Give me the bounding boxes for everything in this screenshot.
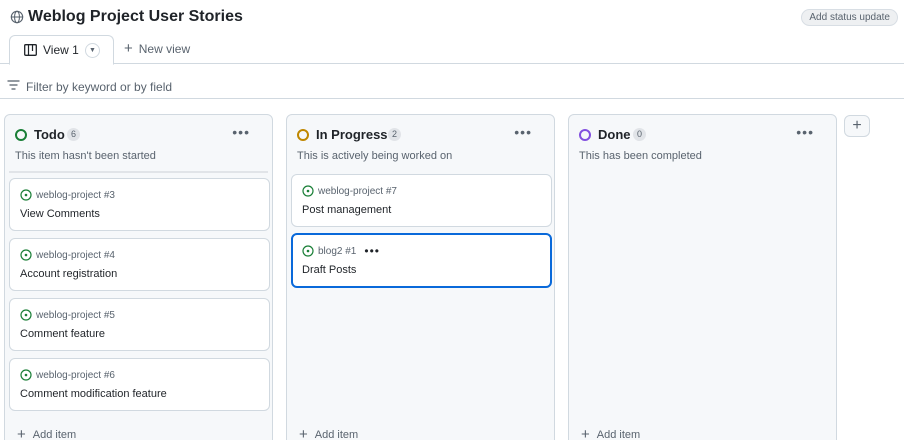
column-description: This has been completed — [579, 150, 702, 162]
card-title[interactable]: Comment modification feature — [20, 388, 167, 400]
chevron-down-icon[interactable]: ▼ — [85, 43, 100, 58]
plus-icon: + — [124, 40, 133, 57]
card-repo[interactable]: weblog-project #6 — [36, 370, 115, 381]
card-repo[interactable]: weblog-project #3 — [36, 190, 115, 201]
kebab-menu-icon[interactable]: ••• — [796, 124, 814, 140]
kebab-menu-icon[interactable]: ••• — [514, 124, 532, 140]
column-count-badge: 0 — [633, 128, 647, 141]
add-item-button[interactable]: + Add item — [299, 426, 359, 440]
card-meta: weblog-project #7 — [302, 185, 397, 197]
kebab-menu-icon[interactable]: ••• — [364, 244, 380, 258]
tab-label: View 1 — [43, 43, 79, 57]
card-title[interactable]: Draft Posts — [302, 264, 356, 276]
card-repo[interactable]: weblog-project #4 — [36, 250, 115, 261]
card-item[interactable]: weblog-project #5 Comment feature — [9, 298, 270, 351]
column-header: Done 0 ••• This has been completed — [569, 115, 836, 171]
card-repo[interactable]: blog2 #1 — [318, 246, 356, 257]
add-item-button[interactable]: + Add item — [17, 426, 77, 440]
plus-icon: + — [852, 117, 862, 134]
card-repo[interactable]: weblog-project #5 — [36, 310, 115, 321]
card-item[interactable]: weblog-project #6 Comment modification f… — [9, 358, 270, 411]
project-title-text: Weblog Project User Stories — [28, 8, 243, 25]
add-item-label: Add item — [596, 429, 641, 440]
open-issue-icon — [302, 245, 314, 257]
plus-icon: + — [17, 426, 26, 440]
kebab-menu-icon[interactable]: ••• — [232, 124, 250, 140]
column-header: In Progress 2 ••• This is actively being… — [287, 115, 554, 171]
card-title[interactable]: View Comments — [20, 208, 100, 220]
open-issue-icon — [20, 249, 32, 261]
column-title: Todo — [34, 127, 65, 142]
plus-icon: + — [299, 426, 308, 440]
column-description: This is actively being worked on — [297, 150, 453, 162]
column-todo: Todo 6 ••• This item hasn't been started… — [4, 114, 273, 440]
view-tab-bar: View 1 ▼ + New view — [0, 35, 904, 65]
add-item-button[interactable]: + Add item — [581, 426, 641, 440]
card-meta: blog2 #1 ••• — [302, 244, 380, 258]
column-divider — [9, 171, 268, 173]
filter-icon — [7, 80, 20, 90]
board-icon — [24, 44, 37, 56]
column-done: Done 0 ••• This has been completed + Add… — [568, 114, 837, 440]
filter-bar — [0, 64, 904, 99]
add-item-label: Add item — [32, 429, 77, 440]
card-meta: weblog-project #6 — [20, 369, 115, 381]
column-header: Todo 6 ••• This item hasn't been started — [5, 115, 272, 171]
new-view-label: New view — [138, 42, 191, 56]
open-issue-icon — [20, 189, 32, 201]
open-issue-icon — [20, 369, 32, 381]
card-meta: weblog-project #3 — [20, 189, 115, 201]
column-count-badge: 6 — [67, 128, 81, 141]
card-item[interactable]: weblog-project #4 Account registration — [9, 238, 270, 291]
card-repo[interactable]: weblog-project #7 — [318, 186, 397, 197]
project-title: Weblog Project User Stories — [10, 8, 243, 26]
add-status-update-button[interactable]: Add status update — [801, 9, 898, 26]
card-title[interactable]: Comment feature — [20, 328, 105, 340]
column-count-badge: 2 — [388, 128, 402, 141]
plus-icon: + — [581, 426, 590, 440]
tab-view-1[interactable]: View 1 ▼ — [9, 35, 114, 65]
card-item[interactable]: weblog-project #3 View Comments — [9, 178, 270, 231]
add-item-label: Add item — [314, 429, 359, 440]
column-in-progress: In Progress 2 ••• This is actively being… — [286, 114, 555, 440]
add-column-button[interactable]: + — [844, 115, 870, 137]
status-circle-icon — [579, 129, 591, 141]
new-view-button[interactable]: + New view — [124, 40, 191, 57]
column-title: In Progress — [316, 127, 388, 142]
status-circle-icon — [15, 129, 27, 141]
title-bar: Weblog Project User Stories Add status u… — [0, 0, 904, 36]
column-description: This item hasn't been started — [15, 150, 156, 162]
card-item[interactable]: weblog-project #7 Post management — [291, 174, 552, 227]
filter-input[interactable] — [26, 80, 426, 94]
card-meta: weblog-project #5 — [20, 309, 115, 321]
open-issue-icon — [302, 185, 314, 197]
card-item-selected[interactable]: blog2 #1 ••• Draft Posts — [291, 233, 552, 288]
globe-icon — [10, 10, 24, 24]
card-title[interactable]: Account registration — [20, 268, 117, 280]
card-title[interactable]: Post management — [302, 204, 391, 216]
status-circle-icon — [297, 129, 309, 141]
open-issue-icon — [20, 309, 32, 321]
column-title: Done — [598, 127, 631, 142]
card-meta: weblog-project #4 — [20, 249, 115, 261]
